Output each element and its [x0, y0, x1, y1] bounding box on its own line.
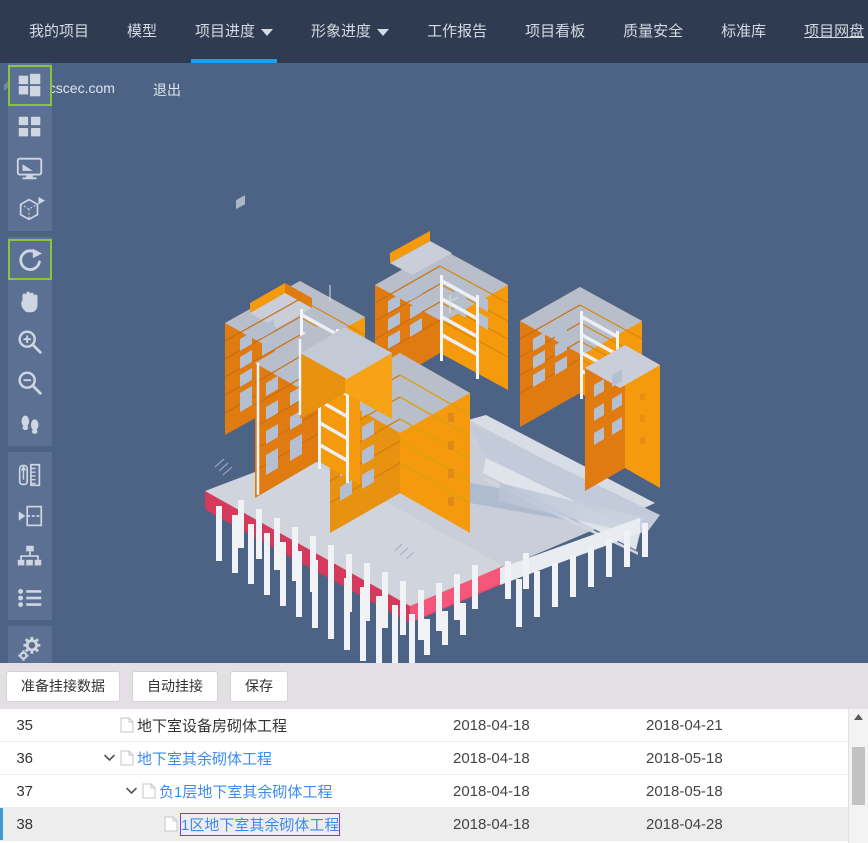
chevron-down-icon[interactable]	[101, 750, 117, 766]
row-name-cell: 负1层地下室其余砌体工程	[33, 781, 453, 802]
nav-item-label: 工作报告	[427, 23, 488, 40]
row-index: 35	[16, 716, 33, 734]
four-panel-icon[interactable]	[8, 106, 52, 147]
action-button-2[interactable]: 保存	[230, 670, 288, 702]
row-start-date: 2018-04-18	[453, 749, 530, 767]
row-end-date: 2018-05-18	[646, 749, 723, 767]
settings-gears-icon[interactable]	[8, 628, 52, 663]
row-name-cell: 地下室其余砌体工程	[33, 748, 453, 769]
row-start-date: 2018-04-18	[453, 782, 530, 800]
action-button-1[interactable]: 自动挂接	[132, 670, 218, 702]
table-row[interactable]: 35 地下室设备房砌体工程 2018-04-18 2018-04-21	[0, 709, 848, 742]
list-items-icon[interactable]	[8, 577, 52, 618]
row-name-label[interactable]: 1区地下室其余砌体工程	[179, 812, 341, 836]
model-viewport[interactable]: test@cscec.com 退出	[0, 63, 868, 663]
nav-item-2[interactable]: 项目进度	[176, 0, 292, 63]
file-icon	[120, 750, 134, 766]
nav-item-4[interactable]: 工作报告	[408, 0, 506, 63]
nav-item-label: 项目进度	[195, 23, 256, 40]
row-start-date: 2018-04-18	[453, 815, 530, 833]
action-button-0[interactable]: 准备挂接数据	[6, 670, 120, 702]
walk-footsteps-icon[interactable]	[8, 403, 52, 444]
windows-grid-icon[interactable]	[8, 65, 52, 106]
action-button-label: 自动挂接	[147, 678, 203, 694]
scrollbar-thumb[interactable]	[852, 747, 865, 805]
nav-item-6[interactable]: 质量安全	[604, 0, 702, 63]
row-end-date: 2018-05-18	[646, 782, 723, 800]
file-icon	[142, 783, 156, 799]
zoom-out-icon[interactable]	[8, 362, 52, 403]
pan-hand-icon[interactable]	[8, 280, 52, 321]
row-name-label[interactable]: 负1层地下室其余砌体工程	[159, 781, 332, 802]
row-index: 37	[16, 782, 33, 800]
action-button-label: 准备挂接数据	[21, 678, 105, 694]
chevron-down-icon[interactable]	[123, 783, 139, 799]
row-index: 38	[16, 815, 33, 833]
toolbar-group-0	[8, 63, 52, 231]
chevron-down-icon	[377, 29, 390, 36]
row-start-date: 2018-04-18	[453, 716, 530, 734]
nav-item-label: 质量安全	[623, 23, 684, 40]
top-navigation-bar: 我的项目 模型 项目进度 形象进度 工作报告 项目看板 质量安全 标准库 项目网盘	[0, 0, 868, 63]
viewer-toolbar	[8, 63, 52, 663]
row-name-label: 地下室设备房砌体工程	[137, 717, 288, 735]
nav-items-container: 我的项目 模型 项目进度 形象进度 工作报告 项目看板 质量安全 标准库 项目网盘	[0, 0, 868, 63]
section-plane-icon[interactable]	[8, 495, 52, 536]
logout-link[interactable]: 退出	[153, 80, 181, 100]
measure-ruler-icon[interactable]	[8, 454, 52, 495]
action-button-label: 保存	[245, 678, 273, 694]
row-end-date: 2018-04-28	[646, 815, 723, 833]
nav-item-8[interactable]: 项目网盘	[785, 0, 868, 63]
task-table: 35 地下室设备房砌体工程 2018-04-18 2018-04-21 36 地下室其余砌…	[0, 709, 868, 843]
rotate-icon[interactable]	[8, 239, 52, 280]
file-icon	[120, 717, 134, 733]
nav-item-label: 标准库	[721, 23, 767, 40]
monitor-screen-icon[interactable]	[8, 147, 52, 188]
nav-item-5[interactable]: 项目看板	[506, 0, 604, 63]
nav-item-0[interactable]: 我的项目	[10, 0, 108, 63]
nav-item-label: 模型	[127, 23, 158, 40]
nav-item-label: 形象进度	[311, 23, 372, 40]
toolbar-group-2	[8, 452, 52, 620]
nav-item-label: 项目网盘	[804, 23, 865, 40]
table-row[interactable]: 36 地下室其余砌体工程 2018-04-18 2018-05-18	[0, 742, 848, 775]
action-toolbar: 准备挂接数据 自动挂接 保存	[0, 663, 868, 709]
nav-item-3[interactable]: 形象进度	[292, 0, 408, 63]
nav-item-label: 项目看板	[525, 23, 586, 40]
chevron-down-icon	[261, 29, 274, 36]
box-perspective-icon[interactable]	[8, 188, 52, 229]
bim-model-render	[205, 195, 660, 663]
nav-item-7[interactable]: 标准库	[702, 0, 785, 63]
table-vertical-scrollbar[interactable]	[848, 709, 868, 843]
table-row[interactable]: 38 1区地下室其余砌体工程 2018-04-18 2018-04-28	[0, 808, 848, 841]
file-icon	[164, 816, 178, 832]
nav-item-label: 我的项目	[29, 23, 90, 40]
zoom-in-icon[interactable]	[8, 321, 52, 362]
row-end-date: 2018-04-21	[646, 716, 723, 734]
table-row[interactable]: 37 负1层地下室其余砌体工程 2018-04-18 2018-05-18	[0, 775, 848, 808]
task-table-body: 35 地下室设备房砌体工程 2018-04-18 2018-04-21 36 地下室其余砌…	[0, 709, 848, 841]
row-name-cell: 地下室设备房砌体工程	[33, 715, 453, 736]
hierarchy-tree-icon[interactable]	[8, 536, 52, 577]
application-root: 我的项目 模型 项目进度 形象进度 工作报告 项目看板 质量安全 标准库 项目网盘	[0, 0, 868, 843]
toolbar-group-1	[8, 237, 52, 446]
scroll-up-arrow-icon[interactable]	[849, 709, 868, 725]
toolbar-group-3	[8, 626, 52, 663]
nav-item-1[interactable]: 模型	[108, 0, 176, 63]
row-name-cell: 1区地下室其余砌体工程	[33, 812, 453, 836]
row-index: 36	[16, 749, 33, 767]
row-name-label[interactable]: 地下室其余砌体工程	[137, 748, 272, 769]
